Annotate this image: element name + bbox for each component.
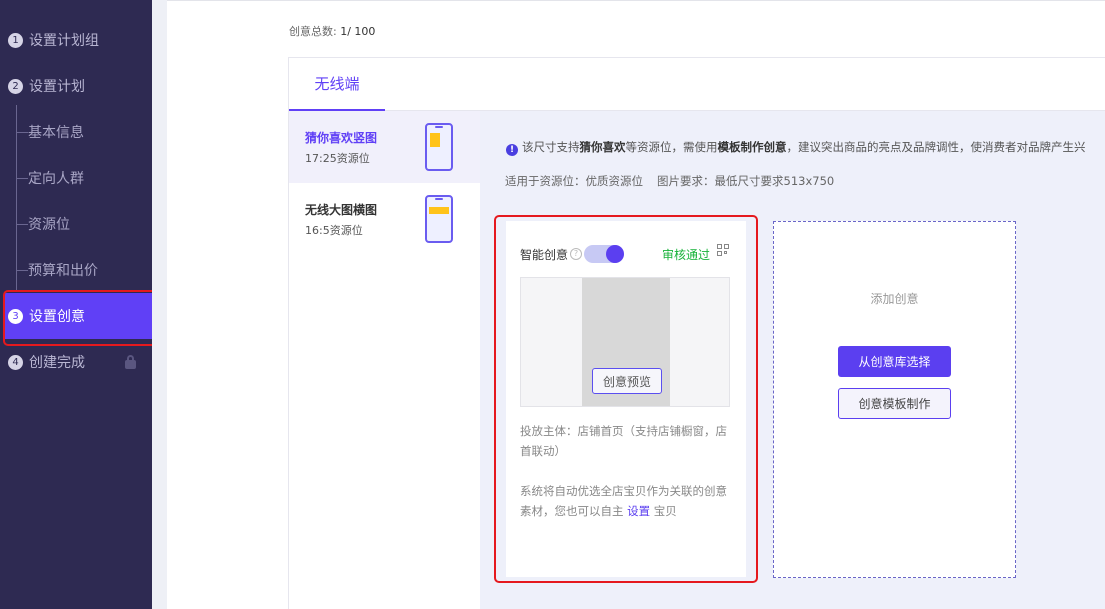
image-requirement: 图片要求：最低尺寸要求513x750	[657, 174, 835, 188]
lock-icon	[125, 355, 136, 369]
size-item-ratio: 16:5资源位	[305, 224, 363, 237]
size-item-wireless-banner[interactable]: 无线大图横图 16:5资源位	[289, 183, 480, 255]
substep-placement[interactable]: 资源位	[0, 201, 152, 247]
creative-card: 智能创意 ? 审核通过 创意预览 投放主体：店铺首页（支持店铺橱窗，店首联动） …	[506, 221, 746, 577]
preview-button[interactable]: 创意预览	[592, 368, 662, 394]
substep-label: 资源位	[28, 217, 70, 233]
step-create-complete: 4 创建完成	[0, 339, 152, 385]
size-item-guess-you-like[interactable]: 猜你喜欢竖图 17:25资源位	[289, 111, 480, 183]
creative-content: ! 该尺寸支持猜你喜欢等资源位，需使用模板制作创意，建议突出商品的亮点及品牌调性，…	[480, 111, 1105, 609]
placement-requirement: 适用于资源位：优质资源位	[505, 174, 643, 188]
substep-label: 基本信息	[28, 125, 84, 141]
substep-label: 定向人群	[28, 171, 84, 187]
substep-tick	[17, 223, 28, 225]
info-icon: !	[506, 144, 518, 156]
notice-text-2: 等资源位，需使用	[625, 140, 718, 154]
creative-count-value: 1/ 100	[340, 25, 376, 38]
notice-text-1: 该尺寸支持	[522, 140, 580, 154]
phone-portrait-icon	[425, 123, 453, 171]
requirement-line: 适用于资源位：优质资源位 图片要求：最低尺寸要求513x750	[505, 173, 834, 189]
size-list: 猜你喜欢竖图 17:25资源位 无线大图横图 16:5资源位	[289, 111, 480, 609]
notice-bold-1: 猜你喜欢	[579, 140, 626, 154]
creative-count: 创意总数: 1/ 100	[289, 23, 375, 39]
substep-label: 预算和出价	[28, 263, 98, 279]
tab-bar: 无线端	[289, 58, 1105, 111]
delivery-subject: 投放主体：店铺首页（支持店铺橱窗，店首联动）	[520, 424, 727, 458]
step-label: 设置计划组	[29, 33, 99, 49]
substep-tick	[17, 131, 28, 133]
step-number: 4	[8, 354, 23, 370]
size-item-ratio: 17:25资源位	[305, 152, 370, 165]
substep-basic-info[interactable]: 基本信息	[0, 109, 152, 155]
size-item-name: 无线大图横图	[305, 203, 378, 217]
top-divider	[167, 0, 1105, 1]
step-number: 2	[8, 78, 23, 94]
smart-creative-row: 智能创意 ?	[520, 245, 625, 263]
substep-tick	[17, 269, 28, 271]
auto-select-suffix: 宝贝	[650, 504, 677, 518]
set-link[interactable]: 设置	[627, 504, 650, 518]
step-set-plan[interactable]: 2 设置计划	[0, 63, 152, 109]
auto-select-text: 系统将自动优选全店宝贝作为关联的创意素材，您也可以自主	[520, 484, 727, 518]
creative-panel: 无线端 猜你喜欢竖图 17:25资源位 无线大图横图 16:5资源位 ! 该尺寸支…	[288, 57, 1105, 609]
step-label: 设置计划	[29, 79, 85, 95]
notice-text-3: ，建议突出商品的亮点及品牌调性，使消费者对品牌产生兴	[786, 140, 1086, 154]
size-item-name: 猜你喜欢竖图	[305, 131, 378, 145]
step-number: 1	[8, 32, 23, 48]
step-set-plan-group[interactable]: 1 设置计划组	[0, 17, 152, 63]
highlight-box-nav	[3, 290, 160, 346]
add-creative-title: 添加创意	[870, 292, 919, 306]
substep-tick	[17, 177, 28, 179]
select-from-library-button[interactable]: 从创意库选择	[838, 346, 951, 377]
phone-banner-icon	[425, 195, 453, 243]
help-icon[interactable]: ?	[570, 248, 583, 260]
step-label: 创建完成	[29, 355, 85, 371]
notice-bold-2: 模板制作创意	[717, 140, 787, 154]
smart-creative-label: 智能创意	[520, 247, 569, 262]
sidebar-gutter	[152, 0, 167, 609]
substep-targeting[interactable]: 定向人群	[0, 155, 152, 201]
qr-code-icon[interactable]	[717, 244, 730, 257]
template-create-button[interactable]: 创意模板制作	[838, 388, 951, 419]
smart-creative-toggle[interactable]	[584, 245, 625, 263]
substep-budget-bid[interactable]: 预算和出价	[0, 247, 152, 293]
review-status: 审核通过	[662, 248, 711, 262]
add-creative-box: 添加创意 从创意库选择 创意模板制作	[773, 221, 1016, 578]
sidebar: 1 设置计划组 2 设置计划 基本信息 定向人群 资源位 预算和出价 3 设置创…	[0, 0, 160, 609]
auto-select-desc: 系统将自动优选全店宝贝作为关联的创意素材，您也可以自主 设置 宝贝	[520, 481, 732, 521]
creative-count-label: 创意总数:	[289, 25, 337, 38]
size-notice: ! 该尺寸支持猜你喜欢等资源位，需使用模板制作创意，建议突出商品的亮点及品牌调性，…	[506, 139, 1086, 156]
creative-preview-area: 创意预览	[520, 277, 730, 407]
tab-wireless[interactable]: 无线端	[289, 58, 385, 111]
